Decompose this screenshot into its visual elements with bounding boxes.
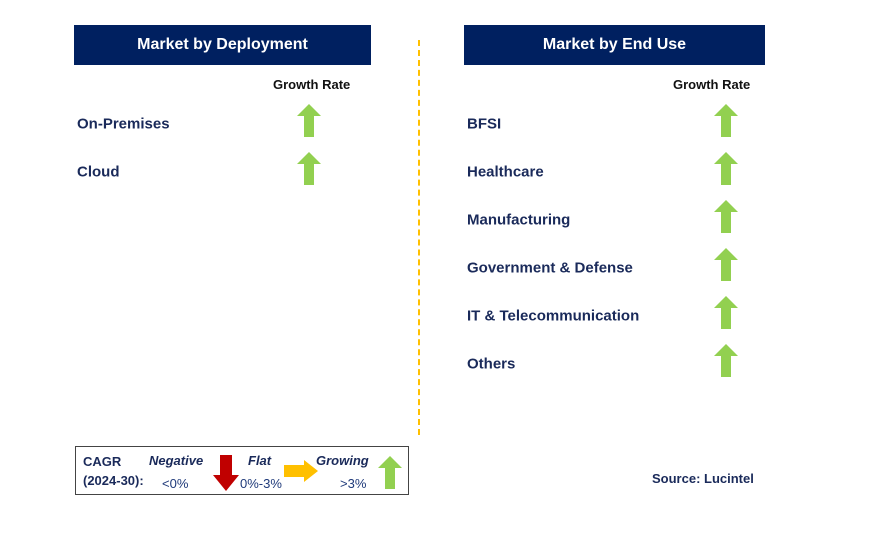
end-use-header: Market by End Use [464,25,765,65]
segment-label: Government & Defense [467,259,633,277]
growth-rate-label: Growth Rate [673,77,751,92]
up-arrow-icon [297,104,321,142]
legend: CAGR (2024-30): Negative <0% Flat 0%-3% … [75,446,409,495]
down-arrow-icon [213,455,239,491]
up-arrow-icon [714,152,738,190]
growth-rate-label: Growth Rate [273,77,351,92]
legend-cagr: CAGR [83,454,122,469]
source: Source: Lucintel [652,471,754,486]
up-arrow-icon [714,344,738,382]
up-arrow-icon [714,296,738,334]
segment-label: Manufacturing [467,211,571,229]
legend-negative: Negative [149,453,204,468]
up-arrow-icon [378,456,402,489]
up-arrow-icon [714,200,738,238]
deployment-header: Market by Deployment [74,25,371,65]
segment-label: Healthcare [467,163,544,181]
legend-flat: Flat [248,453,272,468]
legend-period: (2024-30): [83,473,144,488]
up-arrow-icon [714,248,738,286]
segment-label: BFSI [467,115,502,133]
up-arrow-icon [714,104,738,142]
segment-label: On-Premises [77,115,170,133]
up-arrow-icon [297,152,321,190]
legend-negative-range: <0% [162,476,189,491]
legend-flat-range: 0%-3% [240,476,282,491]
segment-label: Cloud [77,163,120,181]
legend-growing-range: >3% [340,476,367,491]
divider [418,40,420,435]
segment-label: IT & Telecommunication [467,307,640,325]
right-arrow-icon [284,460,318,482]
segment-label: Others [467,355,516,373]
legend-growing: Growing [316,453,369,468]
